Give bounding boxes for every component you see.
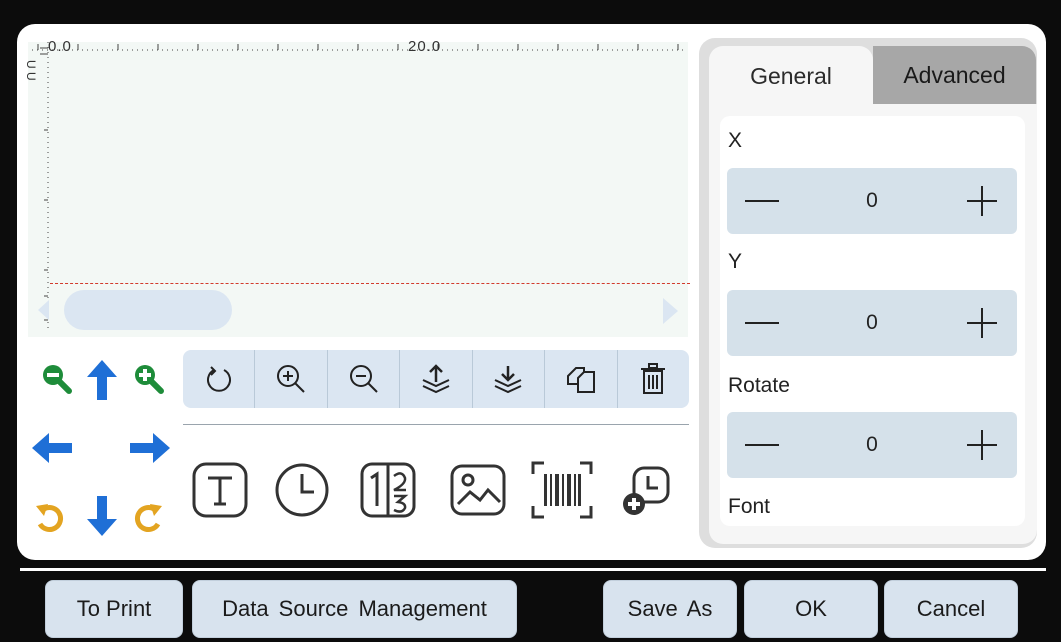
insert-serial-number-button[interactable]: [356, 458, 420, 522]
plus-icon: [967, 308, 997, 338]
ruler-mid-label: 20.0: [408, 38, 442, 55]
text-icon: [192, 462, 248, 518]
copy-icon: [566, 367, 595, 393]
data-source-management-button[interactable]: Data Source Management: [192, 580, 517, 638]
zoom-in-icon: [135, 365, 164, 394]
x-label: X: [728, 129, 743, 152]
zoom-out-icon: [349, 365, 378, 393]
save-as-button[interactable]: Save As: [603, 580, 737, 638]
insert-image-button[interactable]: [446, 458, 510, 522]
x-increment-button[interactable]: [947, 168, 1017, 234]
rotate-stepper: 0: [727, 412, 1017, 478]
delete-icon: [641, 363, 666, 394]
zoom-out-button[interactable]: [36, 358, 76, 398]
rotate-increment-button[interactable]: [947, 412, 1017, 478]
layer-down-icon: [494, 366, 522, 394]
bottom-divider: [20, 568, 1046, 571]
layer-down-button[interactable]: [473, 350, 546, 408]
rotate-value[interactable]: 0: [837, 412, 907, 478]
rotate-cw-button[interactable]: [128, 498, 168, 538]
minus-icon: [745, 200, 779, 202]
minus-icon: [745, 322, 779, 324]
copy-button[interactable]: [545, 350, 618, 408]
cancel-button[interactable]: Cancel: [884, 580, 1018, 638]
tab-general[interactable]: General: [709, 46, 873, 106]
arrow-left-icon: [32, 433, 72, 463]
move-left-button[interactable]: [32, 428, 72, 468]
x-decrement-button[interactable]: [727, 168, 797, 234]
ok-button[interactable]: OK: [744, 580, 878, 638]
move-up-button[interactable]: [82, 360, 122, 400]
x-stepper: 0: [727, 168, 1017, 234]
vertical-code: U U: [24, 60, 38, 81]
rotate-cw-icon: [135, 504, 162, 532]
edit-toolbar: [183, 350, 689, 408]
zoom-out-icon: [43, 365, 72, 394]
tab-advanced[interactable]: Advanced: [873, 46, 1036, 104]
toolbar-divider: [183, 424, 689, 425]
refresh-icon: [206, 366, 231, 392]
layer-up-icon: [422, 364, 450, 394]
y-label: Y: [728, 250, 743, 273]
triangle-left-icon[interactable]: [38, 300, 49, 320]
zoom-in-tool-button[interactable]: [255, 350, 328, 408]
print-boundary-line: [50, 283, 690, 284]
image-icon: [450, 464, 506, 516]
rotate-ccw-button[interactable]: [30, 498, 70, 538]
plus-icon: [967, 430, 997, 460]
delete-button[interactable]: [618, 350, 689, 408]
minus-icon: [745, 444, 779, 446]
rotate-label: Rotate: [728, 374, 790, 397]
triangle-right-icon[interactable]: [663, 298, 678, 324]
move-down-button[interactable]: [82, 496, 122, 536]
horizontal-scrollbar-thumb[interactable]: [64, 290, 232, 330]
to-print-button[interactable]: To Print: [45, 580, 183, 638]
y-decrement-button[interactable]: [727, 290, 797, 356]
layer-up-button[interactable]: [400, 350, 473, 408]
serial-number-icon: [360, 462, 416, 518]
refresh-button[interactable]: [183, 350, 256, 408]
zoom-in-icon: [277, 365, 305, 393]
x-value[interactable]: 0: [837, 168, 907, 234]
zoom-out-tool-button[interactable]: [328, 350, 401, 408]
arrow-right-icon: [130, 433, 170, 463]
insert-time-stamp-button[interactable]: [614, 458, 678, 522]
rotate-ccw-icon: [36, 504, 63, 532]
zoom-in-button[interactable]: [128, 358, 168, 398]
clock-icon: [275, 463, 329, 517]
insert-barcode-button[interactable]: [530, 458, 594, 522]
vertical-ruler: [40, 42, 49, 330]
arrow-up-icon: [87, 360, 117, 400]
time-stamp-icon: [623, 466, 670, 515]
y-stepper: 0: [727, 290, 1017, 356]
move-right-button[interactable]: [130, 428, 170, 468]
y-value[interactable]: 0: [837, 290, 907, 356]
horizontal-ruler: [32, 44, 687, 51]
insert-clock-button[interactable]: [270, 458, 334, 522]
y-increment-button[interactable]: [947, 290, 1017, 356]
barcode-icon: [531, 461, 593, 519]
arrow-down-icon: [87, 496, 117, 536]
font-label: Font: [728, 495, 771, 518]
plus-icon: [967, 186, 997, 216]
insert-text-button[interactable]: [188, 458, 252, 522]
rotate-decrement-button[interactable]: [727, 412, 797, 478]
